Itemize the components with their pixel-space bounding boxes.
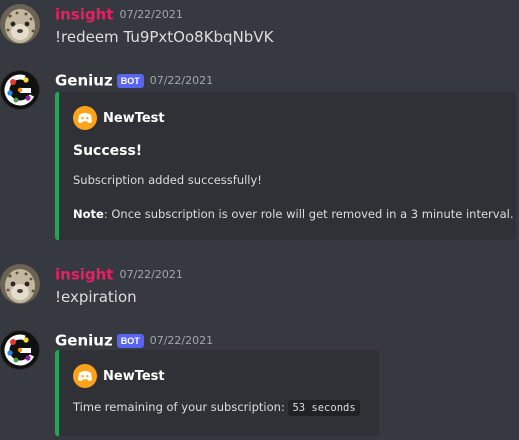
message-header: Geniuz BOT 07/22/2021 [55,70,213,92]
message-1: insight 07/22/2021 !redeem Tu9PxtOo8KbqNb… [0,4,519,48]
embed-author: NewTest [73,106,165,130]
chat-window: insight 07/22/2021 !redeem Tu9PxtOo8KbqNb… [0,0,519,440]
message-4: Geniuz BOT 07/22/2021 NewTest Time remaini… [0,330,519,440]
note-label: Note [73,207,104,221]
snow-leopard-avatar-icon[interactable] [0,264,40,304]
note-text: : Once subscription is over role will ge… [103,207,514,221]
username[interactable]: insight [55,6,113,24]
embed-author-name: NewTest [103,110,165,126]
timestamp: 07/22/2021 [119,8,183,21]
remaining-code-value: 53 seconds [288,400,360,416]
timestamp: 07/22/2021 [119,268,183,281]
embed-title: Success! [73,143,143,159]
embed: NewTest Time remaining of your subscript… [55,350,379,436]
embed: NewTest Success! Subscription added succ… [55,92,516,240]
colorful-g-logo-avatar-icon[interactable] [0,70,40,110]
message-header: Geniuz BOT 07/22/2021 [55,330,213,352]
message-3: insight 07/22/2021 !expiration [0,264,519,308]
embed-author: NewTest [73,364,165,388]
bot-badge: BOT [116,333,144,348]
message-content: !expiration [55,288,137,306]
bot-badge: BOT [116,73,144,88]
username[interactable]: Geniuz [55,332,113,350]
remaining-text: Time remaining of your subscription: [73,400,285,414]
message-header: insight 07/22/2021 [55,264,183,286]
embed-description: Time remaining of your subscription: 53 … [73,400,360,416]
timestamp: 07/22/2021 [149,334,214,347]
embed-description: Subscription added successfully! [73,173,262,187]
embed-note: Note: Once subscription is over role wil… [73,207,513,221]
message-2: Geniuz BOT 07/22/2021 NewTest Success! Sub… [0,70,519,242]
discord-logo-icon [73,106,97,130]
username[interactable]: Geniuz [55,72,113,90]
discord-logo-icon [73,364,97,388]
message-header: insight 07/22/2021 [55,4,183,26]
embed-author-name: NewTest [103,368,165,384]
colorful-g-logo-avatar-icon[interactable] [0,330,40,370]
snow-leopard-avatar-icon[interactable] [0,4,40,44]
message-content: !redeem Tu9PxtOo8KbqNbVK [55,28,274,46]
timestamp: 07/22/2021 [149,74,214,87]
username[interactable]: insight [55,266,113,284]
